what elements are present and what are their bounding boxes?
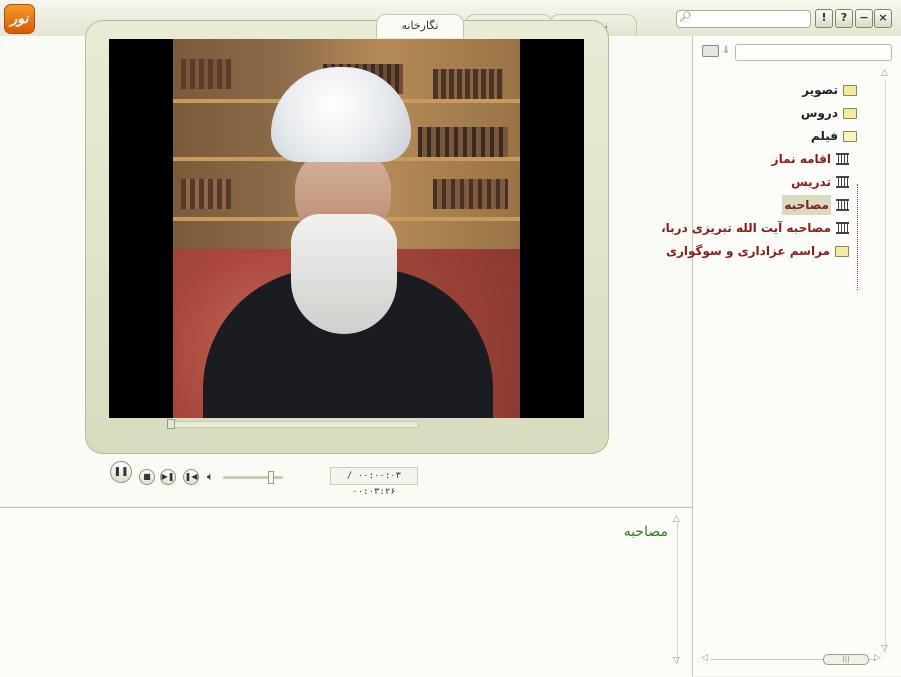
tree-scrollbar[interactable] — [885, 80, 886, 650]
tab-gallery[interactable]: نگارخانه — [376, 14, 464, 38]
folder-icon — [843, 84, 857, 96]
description-panel: مصاحبه △ ▽ — [0, 507, 692, 677]
minimize-button[interactable]: − — [855, 9, 873, 28]
scroll-up-icon[interactable]: △ — [881, 68, 888, 78]
search-icon: 🔎︎ — [679, 12, 692, 23]
tree-node-label: مصاحبه آیت الله تبریزی دربا، — [661, 221, 831, 235]
info-button[interactable]: ! — [815, 9, 833, 28]
previous-button[interactable]: ❚◀ — [183, 469, 199, 485]
tree-node-label: تدریس — [791, 175, 831, 189]
description-title: مصاحبه — [623, 524, 668, 540]
tree-node-interview[interactable]: مصاحبه — [782, 195, 849, 215]
books — [181, 179, 231, 209]
help-button[interactable]: ? — [835, 9, 853, 28]
close-button[interactable]: × — [874, 9, 892, 28]
app-logo[interactable]: نور — [4, 4, 35, 34]
tree-node-teaching[interactable]: تدریس — [791, 172, 849, 192]
time-display: ۰۰:۰۰:۰۳ / ۰۰:۰۳:۲۶ — [330, 467, 418, 497]
player-controls — [109, 418, 584, 452]
volume-icon[interactable]: 🔈︎ — [207, 470, 214, 484]
global-search-input[interactable]: 🔎︎ — [676, 10, 811, 28]
film-icon — [836, 199, 849, 211]
hscroll-thumb[interactable]: ||| — [823, 654, 869, 665]
category-tree: تصویر دروس فیلم اقامه نماز تدریس مصاحبه … — [661, 72, 885, 372]
scroll-down-icon[interactable]: ▽ — [881, 644, 888, 654]
books — [433, 69, 503, 99]
seek-bar[interactable] — [169, 421, 419, 428]
tree-node-film[interactable]: فیلم — [811, 126, 857, 146]
pause-button[interactable]: ❚❚ — [110, 461, 132, 483]
volume-thumb[interactable] — [268, 471, 274, 484]
tree-node-label: اقامه نماز — [771, 152, 831, 166]
tree-node-prayer[interactable]: اقامه نماز — [772, 149, 849, 169]
film-icon — [836, 222, 849, 234]
scroll-down-icon[interactable]: ▽ — [673, 656, 680, 666]
folder-open-icon — [843, 130, 857, 142]
tree-node-label: فیلم — [810, 129, 838, 143]
tree-node-lessons[interactable]: دروس — [801, 103, 857, 123]
next-button[interactable]: ▶❚ — [160, 469, 176, 485]
books — [433, 179, 508, 209]
film-icon — [836, 176, 849, 188]
volume-slider[interactable] — [223, 476, 283, 479]
tree-panel: ⇓ تصویر دروس فیلم اقامه نماز تدریس مصاحب… — [661, 36, 901, 676]
scroll-up-icon[interactable]: △ — [673, 514, 680, 524]
tree-search-input[interactable] — [735, 44, 892, 61]
description-scrollbar[interactable] — [677, 522, 678, 662]
seek-thumb[interactable] — [167, 419, 175, 429]
tree-node-image[interactable]: تصویر — [802, 80, 857, 100]
video-display[interactable] — [109, 39, 584, 418]
tree-connector — [856, 184, 858, 290]
tree-node-mourning[interactable]: مراسم عزاداری و سوگواری — [666, 241, 849, 261]
beard — [291, 214, 397, 334]
books — [181, 59, 231, 89]
scroll-right-icon[interactable]: ▷ — [874, 653, 881, 663]
tree-node-label: دروس — [800, 106, 838, 120]
keyboard-icon[interactable] — [702, 45, 719, 57]
folder-icon — [843, 107, 857, 119]
tree-node-label: مراسم عزاداری و سوگواری — [665, 244, 830, 258]
tree-node-label: مصاحبه — [782, 195, 831, 215]
tree-node-interview-tabrizi[interactable]: مصاحبه آیت الله تبریزی دربا، — [661, 218, 849, 238]
download-icon[interactable]: ⇓ — [722, 45, 730, 56]
books — [418, 127, 508, 157]
video-frame — [173, 39, 520, 418]
tree-node-label: تصویر — [802, 83, 838, 97]
folder-icon — [835, 245, 849, 257]
film-icon — [836, 153, 849, 165]
scroll-left-icon[interactable]: ◁ — [701, 653, 708, 663]
stop-button[interactable]: ■ — [139, 469, 155, 485]
